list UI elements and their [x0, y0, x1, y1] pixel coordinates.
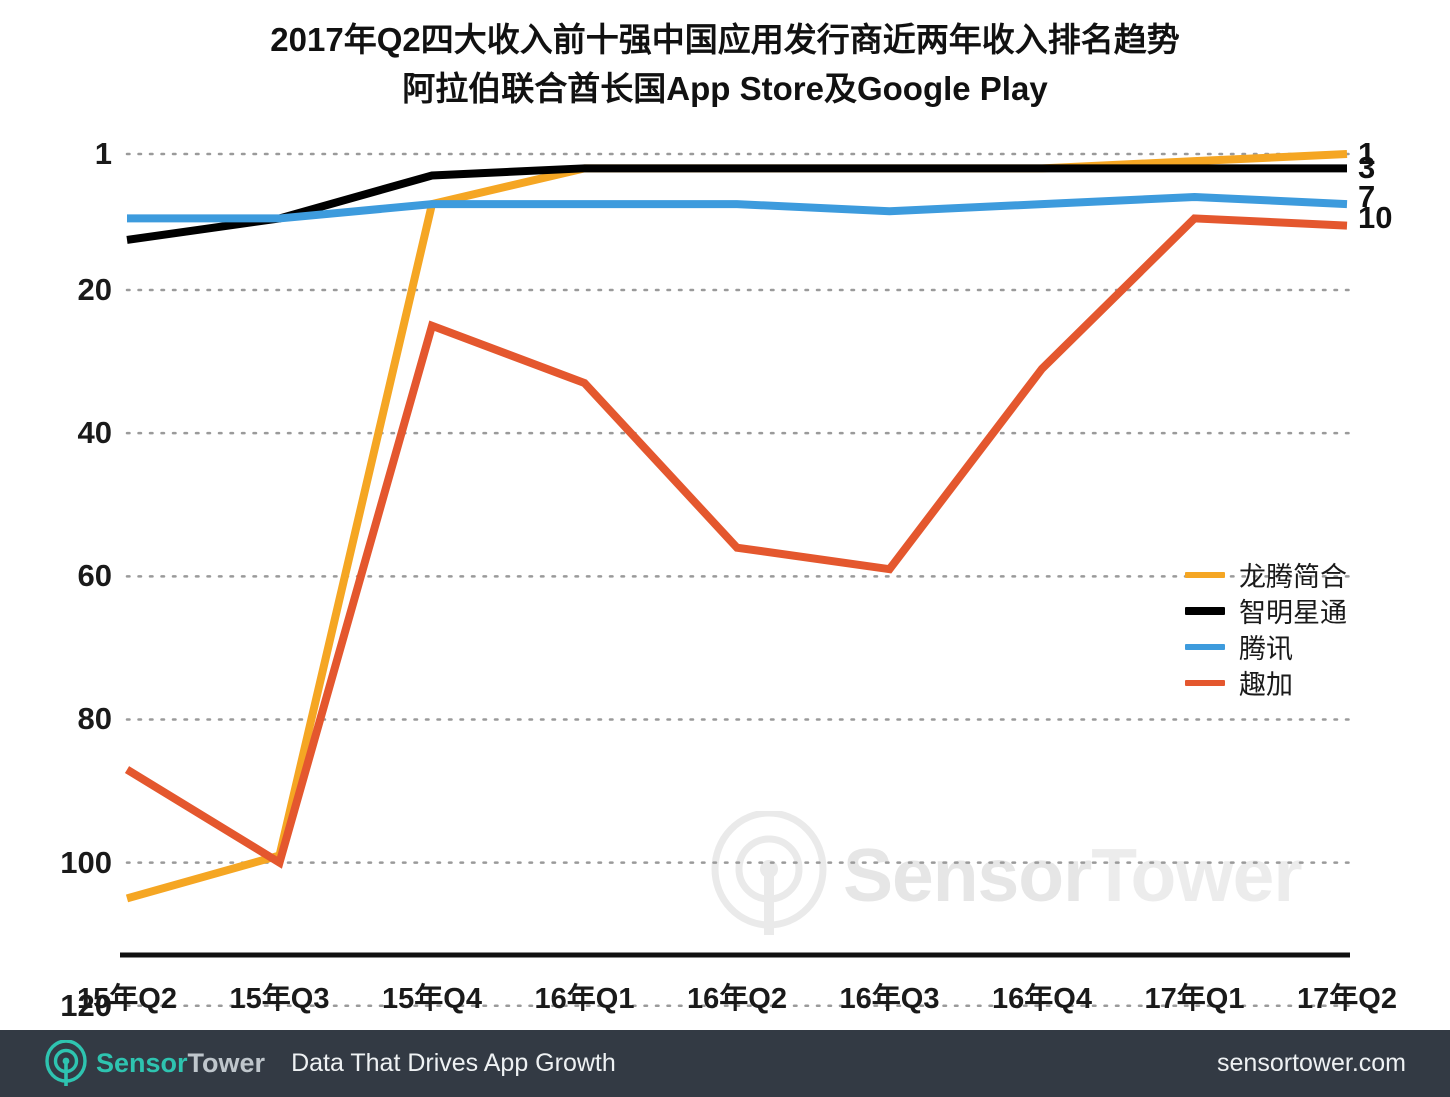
- series-line-龙腾简合[interactable]: [125, 150, 1348, 903]
- footer-tagline: Data That Drives App Growth: [291, 1049, 616, 1077]
- chart-plot-svg: [120, 150, 1352, 1008]
- x-axis-tick-16年Q3: 16年Q3: [839, 983, 940, 1015]
- chart-area: 1 20 40 60 80 100 120 15年Q2 15年Q3 15年Q4 16年Q1 16年Q…: [0, 0, 1450, 1030]
- x-axis-tick-15年Q3: 15年Q3: [229, 983, 330, 1015]
- y-axis-tick-40: 40: [77, 415, 112, 451]
- series-lines: [124, 150, 1348, 903]
- y-axis-tick-60: 60: [77, 558, 112, 594]
- legend-swatch-icon: [1185, 643, 1225, 650]
- y-axis-tick-80: 80: [77, 701, 112, 737]
- footer-url[interactable]: sensortower.com: [1217, 1049, 1406, 1078]
- x-axis-tick-17年Q2: 17年Q2: [1297, 983, 1397, 1015]
- chart-legend: 龙腾简合智明星通腾讯趣加: [1185, 558, 1395, 702]
- legend-label: 腾讯: [1239, 634, 1293, 664]
- legend-label: 趣加: [1239, 670, 1293, 700]
- x-axis-tick-16年Q1: 16年Q1: [534, 983, 635, 1015]
- end-label-趣加: 10: [1358, 200, 1393, 236]
- gridlines: [125, 152, 1352, 1008]
- legend-item-腾讯[interactable]: 腾讯: [1185, 630, 1395, 664]
- y-axis-tick-1: 1: [94, 136, 112, 171]
- x-axis-tick-15年Q4: 15年Q4: [382, 983, 482, 1015]
- footer-logo-icon: [44, 1039, 88, 1088]
- chart-page: 2017年Q2四大收入前十强中国应用发行商近两年收入排名趋势 阿拉伯联合酋长国A…: [0, 0, 1450, 1097]
- legend-item-龙腾简合[interactable]: 龙腾简合: [1185, 558, 1395, 592]
- x-axis-tick-16年Q4: 16年Q4: [992, 983, 1092, 1015]
- legend-swatch-icon: [1185, 679, 1225, 686]
- legend-label: 智明星通: [1239, 598, 1347, 628]
- legend-swatch-icon: [1185, 571, 1225, 578]
- x-axis-tick-16年Q2: 16年Q2: [687, 983, 787, 1015]
- y-axis-tick-100: 100: [60, 844, 112, 880]
- legend-item-趣加[interactable]: 趣加: [1185, 666, 1395, 700]
- footer-bar: SensorTower Data That Drives App Growth …: [0, 1030, 1450, 1097]
- legend-item-智明星通[interactable]: 智明星通: [1185, 594, 1395, 628]
- footer-brand-sensor: Sensor: [96, 1048, 188, 1078]
- series-line-趣加[interactable]: [124, 214, 1348, 869]
- footer-brand: SensorTower: [96, 1048, 265, 1079]
- legend-label: 龙腾简合: [1239, 562, 1347, 592]
- x-axis-tick-17年Q1: 17年Q1: [1144, 983, 1245, 1015]
- y-axis-labels: 1 20 40 60 80 100 120: [0, 0, 112, 1030]
- footer-brand-tower: Tower: [187, 1048, 266, 1078]
- legend-swatch-icon: [1185, 606, 1225, 615]
- x-axis-tick-15年Q2: 15年Q2: [77, 983, 177, 1015]
- y-axis-tick-20: 20: [77, 272, 112, 307]
